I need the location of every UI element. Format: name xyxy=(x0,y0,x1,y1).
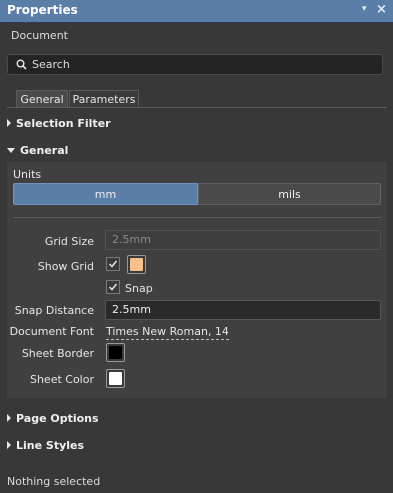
units-mm-button[interactable]: mm xyxy=(13,183,198,205)
snap-label: Snap xyxy=(125,282,153,295)
grid-color-fill xyxy=(130,258,143,271)
snap-checkbox[interactable] xyxy=(106,280,120,294)
sheet-color-label: Sheet Color xyxy=(29,373,94,386)
sheet-border-color-swatch[interactable] xyxy=(106,343,125,362)
show-grid-checkbox[interactable] xyxy=(106,257,120,271)
section-general[interactable]: General xyxy=(7,144,68,157)
panel-title: Properties xyxy=(7,3,78,17)
document-font-label: Document Font xyxy=(9,325,94,338)
tab-divider xyxy=(7,107,387,108)
grid-size-label: Grid Size xyxy=(44,235,94,248)
sheet-color-swatch[interactable] xyxy=(106,369,125,388)
checkmark-icon xyxy=(108,260,118,268)
status-text: Nothing selected xyxy=(7,475,101,488)
document-font-link[interactable]: Times New Roman, 14 xyxy=(106,325,229,340)
expand-icon xyxy=(7,119,11,127)
grid-size-field[interactable]: 2.5mm xyxy=(105,230,381,250)
panel-titlebar: Properties ▾ × xyxy=(0,0,393,23)
search-box[interactable] xyxy=(7,54,383,75)
sheet-border-color-fill xyxy=(109,346,122,359)
show-grid-label: Show Grid xyxy=(37,260,94,273)
section-selection-filter-label: Selection Filter xyxy=(16,117,111,130)
section-page-options-label: Page Options xyxy=(16,412,99,425)
checkmark-icon xyxy=(108,283,118,291)
section-line-styles-label: Line Styles xyxy=(16,439,85,452)
section-line-styles[interactable]: Line Styles xyxy=(7,439,84,452)
search-icon xyxy=(16,59,27,70)
tab-parameters[interactable]: Parameters xyxy=(69,90,139,107)
search-input[interactable] xyxy=(32,57,372,72)
section-selection-filter[interactable]: Selection Filter xyxy=(7,117,111,130)
snap-distance-label: Snap Distance xyxy=(14,304,94,317)
units-mils-button[interactable]: mils xyxy=(198,183,381,205)
general-divider xyxy=(13,217,381,218)
section-page-options[interactable]: Page Options xyxy=(7,412,99,425)
object-type-label: Document xyxy=(11,29,68,42)
panel-menu-icon[interactable]: ▾ xyxy=(362,4,367,14)
grid-color-swatch[interactable] xyxy=(127,255,146,274)
units-label: Units xyxy=(13,168,42,181)
sheet-border-label: Sheet Border xyxy=(21,347,94,360)
section-general-label: General xyxy=(20,144,69,157)
snap-distance-field[interactable]: 2.5mm xyxy=(105,300,381,320)
expand-icon xyxy=(7,441,11,449)
tab-general[interactable]: General xyxy=(16,90,68,107)
sheet-color-fill xyxy=(109,372,122,385)
close-icon[interactable]: × xyxy=(376,2,387,17)
collapse-icon xyxy=(7,148,15,153)
expand-icon xyxy=(7,414,11,422)
